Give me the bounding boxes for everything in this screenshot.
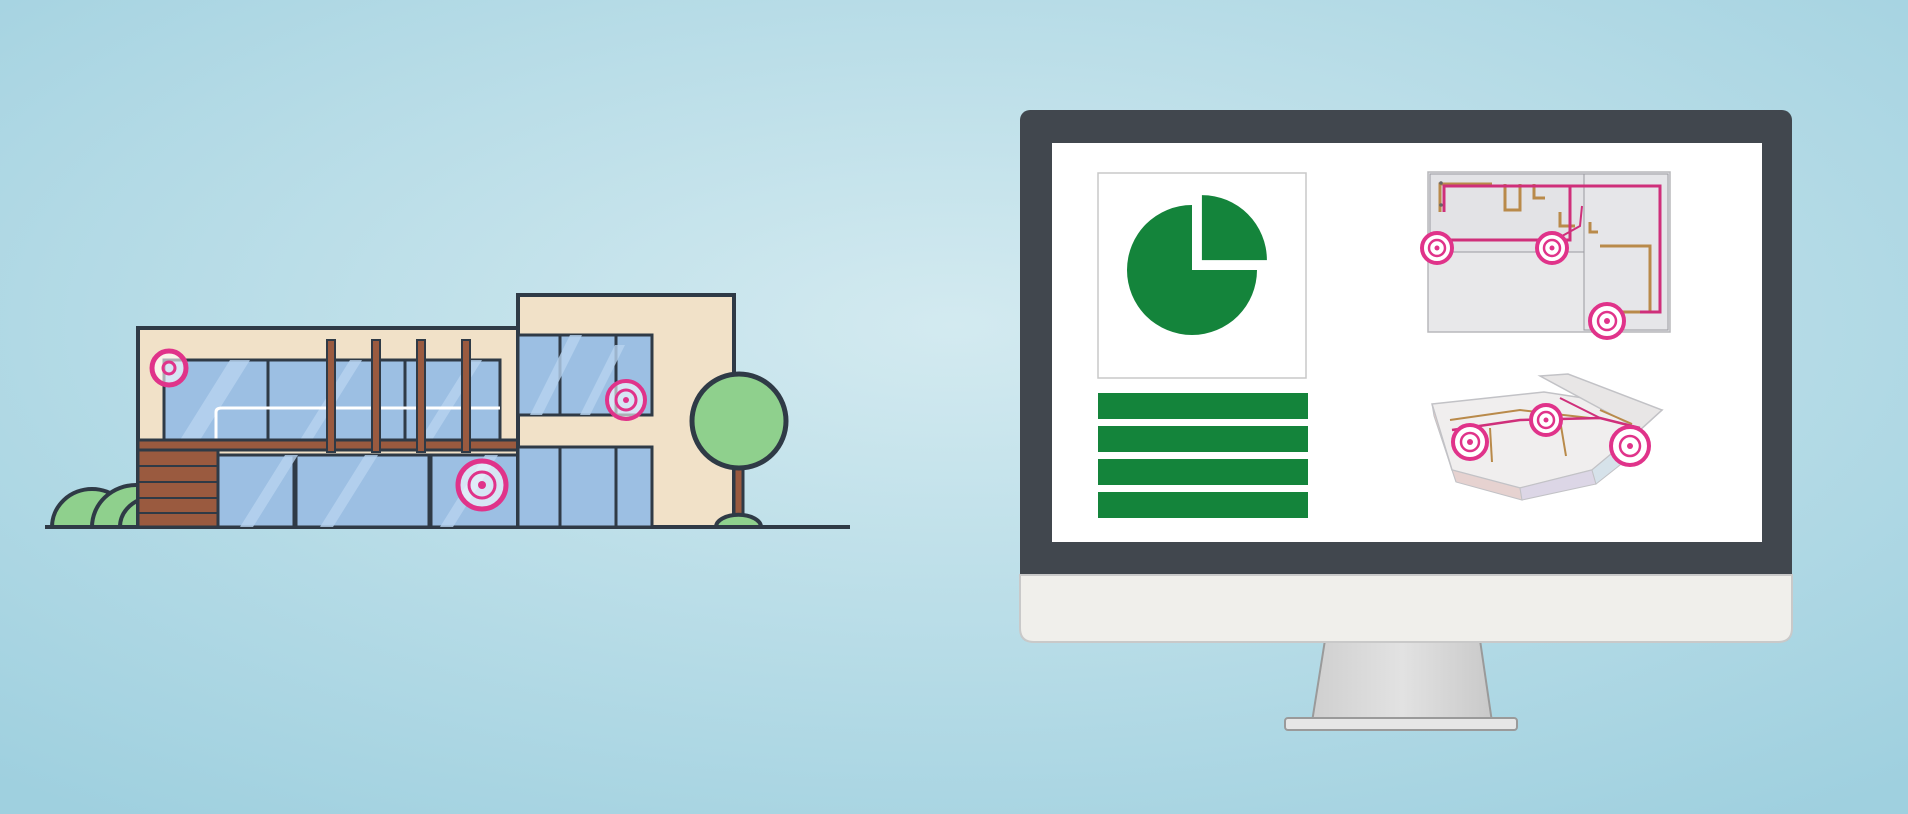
floor-plan-icon <box>1420 171 1671 340</box>
target-marker-icon <box>1588 302 1626 340</box>
target-marker-icon <box>1420 231 1454 265</box>
monitor-base <box>1284 717 1518 731</box>
bar <box>1098 393 1308 419</box>
target-marker-icon <box>1535 231 1569 265</box>
scene-svg <box>0 0 1908 814</box>
house-scene <box>45 293 850 529</box>
illustration-scene <box>0 0 1908 814</box>
monitor-chin <box>1019 574 1793 643</box>
target-marker-icon <box>605 379 647 421</box>
bar <box>1098 426 1308 452</box>
pie-chart-panel <box>1097 172 1307 379</box>
target-marker-icon <box>1529 403 1563 437</box>
monitor-stand <box>1310 639 1494 723</box>
target-marker-icon <box>149 348 189 388</box>
bar <box>1098 492 1308 518</box>
target-marker-icon <box>1609 425 1651 467</box>
bar <box>1098 459 1308 485</box>
modern-house-icon <box>136 293 736 529</box>
target-marker-icon <box>455 458 509 512</box>
target-marker-icon <box>1451 423 1489 461</box>
desktop-monitor-icon <box>1019 110 1793 731</box>
